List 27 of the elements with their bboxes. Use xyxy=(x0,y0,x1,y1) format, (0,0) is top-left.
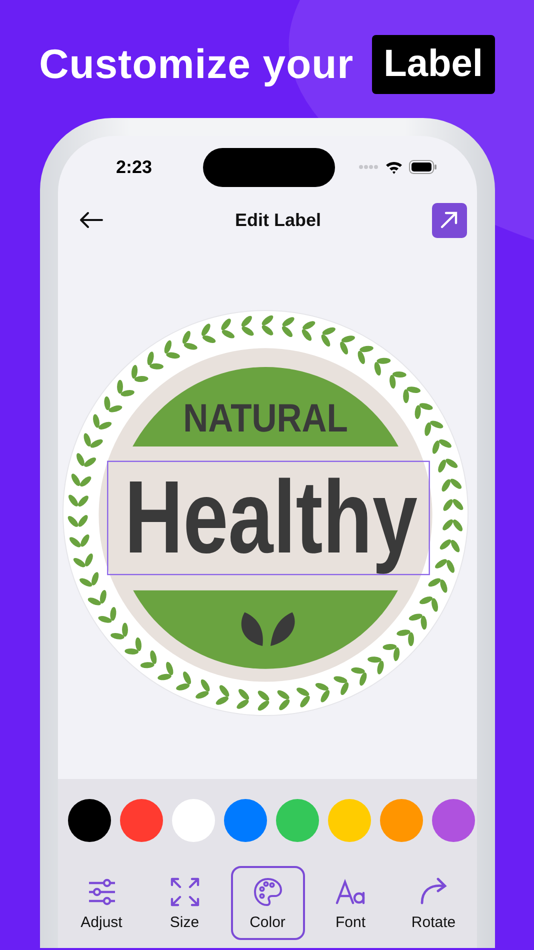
status-time: 2:23 xyxy=(116,156,152,178)
wifi-icon xyxy=(385,160,403,174)
color-swatch[interactable] xyxy=(432,799,475,842)
color-swatch[interactable] xyxy=(68,799,111,842)
color-swatch[interactable] xyxy=(276,799,319,842)
back-arrow-icon[interactable] xyxy=(78,211,104,229)
tool-button[interactable]: Size xyxy=(148,866,222,940)
export-button[interactable] xyxy=(432,202,467,238)
label-main-text[interactable]: Healthy xyxy=(124,459,477,574)
color-swatch[interactable] xyxy=(172,799,215,842)
tool-button[interactable]: Color xyxy=(230,866,304,940)
tool-button[interactable]: Rotate xyxy=(396,866,470,940)
resize-icon xyxy=(168,876,200,908)
color-swatch[interactable] xyxy=(120,799,163,842)
selection-frame[interactable] xyxy=(107,460,430,575)
headline: Customize your xyxy=(39,40,354,88)
screen-title: Edit Label xyxy=(234,210,321,230)
color-swatch[interactable] xyxy=(328,799,371,842)
diagonal-arrow-icon xyxy=(439,210,460,230)
color-swatch[interactable] xyxy=(380,799,423,842)
color-swatch[interactable] xyxy=(224,799,267,842)
palette-icon xyxy=(252,876,284,908)
battery-icon xyxy=(409,160,437,174)
signal-icon xyxy=(359,164,379,170)
tool-button[interactable]: Font xyxy=(314,866,388,940)
headline-highlight: Label xyxy=(372,34,495,94)
tool-button[interactable]: Adjust xyxy=(64,866,138,940)
